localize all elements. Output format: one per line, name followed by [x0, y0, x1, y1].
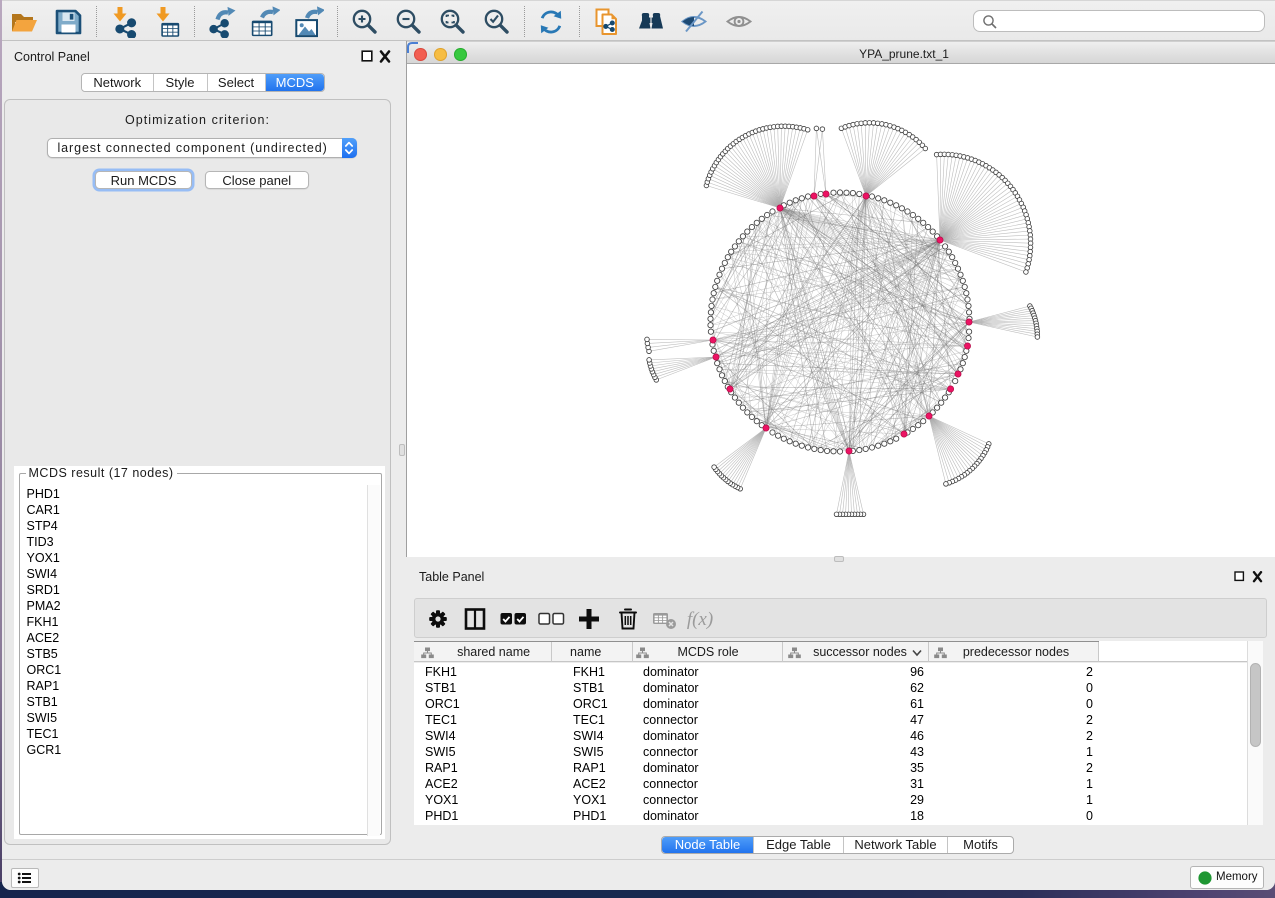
svg-text:f(x): f(x)	[687, 609, 713, 630]
